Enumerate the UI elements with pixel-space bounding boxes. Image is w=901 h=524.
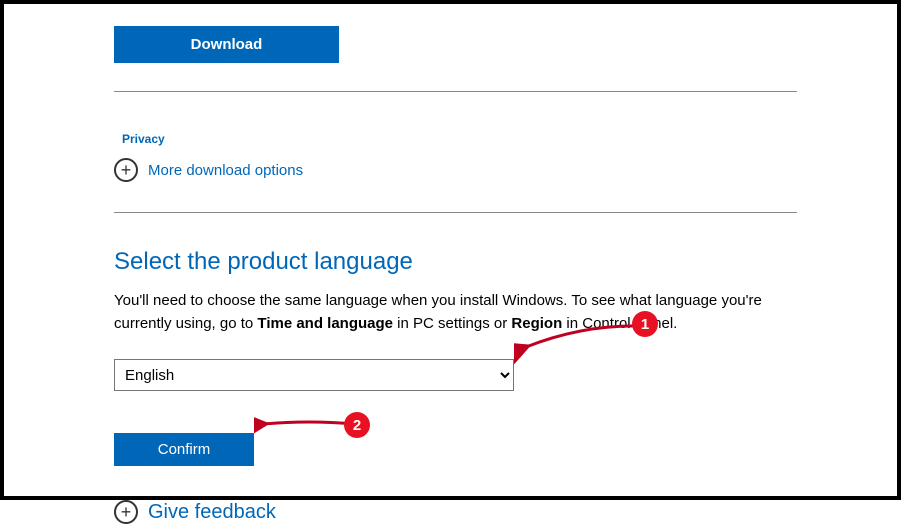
divider (114, 91, 797, 92)
language-select[interactable]: English (114, 359, 514, 391)
confirm-button[interactable]: Confirm (114, 433, 254, 466)
more-download-options-label: More download options (148, 162, 303, 179)
plus-circle-icon: + (114, 158, 138, 182)
privacy-link[interactable]: Privacy (122, 132, 165, 146)
select-language-heading: Select the product language (114, 248, 797, 276)
give-feedback-toggle[interactable]: + Give feedback (114, 500, 797, 524)
divider (114, 212, 797, 213)
more-download-options-toggle[interactable]: + More download options (114, 158, 797, 182)
language-instruction-text: You'll need to choose the same language … (114, 290, 797, 335)
give-feedback-label: Give feedback (148, 501, 276, 524)
plus-circle-icon: + (114, 500, 138, 524)
download-button[interactable]: Download (114, 26, 339, 63)
